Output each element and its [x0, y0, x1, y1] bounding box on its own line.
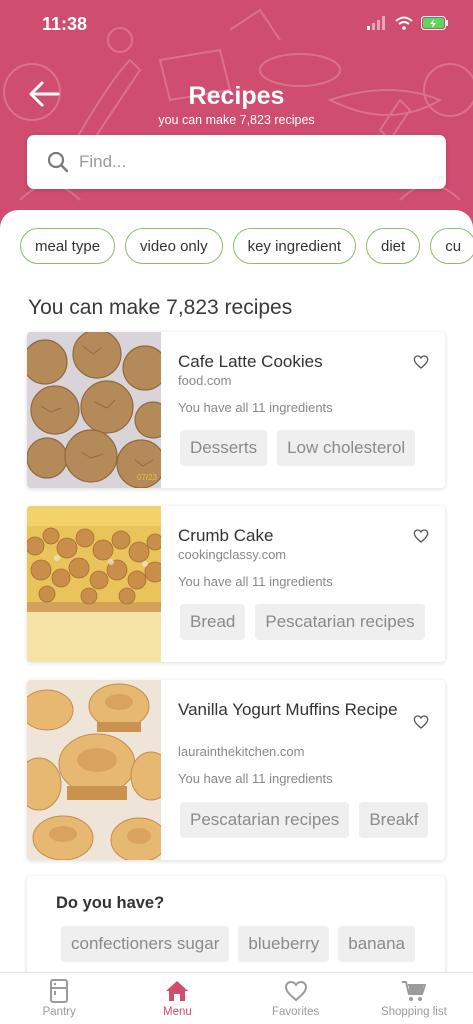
tab-shopping-list[interactable]: Shopping list	[355, 973, 473, 1024]
image-date-stamp: 07/23	[137, 473, 158, 482]
recipe-ingredients-note: You have all 11 ingredients	[178, 400, 333, 415]
signal-icon	[367, 16, 385, 30]
recipe-card[interactable]: Crumb Cake cookingclassy.com You have al…	[27, 506, 445, 662]
heart-icon[interactable]	[413, 528, 429, 544]
recipe-tag[interactable]: Low cholesterol	[277, 430, 416, 466]
filter-chips: meal type video only key ingredient diet…	[20, 228, 473, 264]
recipe-tag[interactable]: Breakf	[359, 802, 429, 838]
recipe-title: Vanilla Yogurt Muffins Recipe	[178, 700, 398, 719]
tab-label: Pantry	[42, 1006, 76, 1018]
heart-icon[interactable]	[413, 354, 429, 370]
tab-label: Shopping list	[380, 1006, 447, 1018]
search-box[interactable]	[27, 135, 446, 189]
recipe-image-cookies: 07/23	[27, 332, 161, 488]
recipe-source: food.com	[178, 373, 232, 388]
ingredient-chip[interactable]: confectioners sugar	[61, 926, 230, 962]
status-time: 11:38	[42, 14, 88, 34]
recipe-ingredients-note: You have all 11 ingredients	[178, 771, 333, 786]
page-subtitle: you can make 7,823 recipes	[158, 113, 315, 127]
recipe-card[interactable]: 07/23 Cafe Latte Cookies food.com You ha…	[27, 332, 445, 488]
recipe-tag[interactable]: Desserts	[180, 430, 268, 466]
recipe-source: cookingclassy.com	[178, 547, 287, 562]
ingredient-chip[interactable]: blueberry	[238, 926, 330, 962]
recipe-title: Cafe Latte Cookies	[178, 352, 323, 371]
filter-chip-meal-type[interactable]: meal type	[20, 228, 116, 264]
tab-menu[interactable]: Menu	[118, 973, 236, 1024]
recipe-title: Crumb Cake	[178, 526, 274, 545]
recipe-tag[interactable]: Pescatarian recipes	[255, 604, 425, 640]
filter-chip-cuisine[interactable]: cu	[430, 228, 473, 264]
recipe-image-muffins	[27, 680, 161, 860]
status-bar: 11:38	[0, 0, 473, 50]
home-icon	[166, 981, 189, 1001]
recipe-image-crumb-cake	[27, 506, 161, 662]
tab-bar: Pantry Menu Favorites Shopping list	[0, 972, 473, 1024]
search-input[interactable]	[79, 152, 419, 172]
recipe-source: laurainthekitchen.com	[178, 744, 305, 759]
ingredient-chip[interactable]: banana	[338, 926, 415, 962]
status-icons	[367, 16, 449, 30]
recipe-tags: Bread Pescatarian recipes	[180, 604, 430, 640]
heart-icon	[284, 980, 307, 1002]
search-icon	[47, 151, 69, 173]
results-heading: You can make 7,823 recipes	[28, 296, 293, 319]
heart-icon[interactable]	[413, 714, 429, 730]
recipe-tags: Pescatarian recipes Breakf	[180, 802, 430, 838]
cart-icon	[401, 981, 426, 1001]
fridge-icon	[50, 979, 69, 1003]
do-you-have-items: confectioners sugar blueberry banana	[61, 926, 415, 962]
filter-chip-video-only[interactable]: video only	[125, 228, 223, 264]
tab-favorites[interactable]: Favorites	[237, 973, 355, 1024]
page-title: Recipes	[188, 82, 285, 110]
filter-chip-diet[interactable]: diet	[366, 228, 421, 264]
do-you-have-title: Do you have?	[56, 894, 165, 912]
tab-label: Menu	[162, 1006, 192, 1018]
recipe-ingredients-note: You have all 11 ingredients	[178, 574, 333, 589]
recipe-tags: Desserts Low cholesterol	[180, 430, 430, 466]
battery-icon	[421, 16, 448, 30]
wifi-icon	[395, 16, 413, 30]
recipe-card[interactable]: Vanilla Yogurt Muffins Recipe laurainthe…	[27, 680, 445, 860]
recipe-tag[interactable]: Bread	[180, 604, 246, 640]
tab-label: Favorites	[271, 1006, 320, 1018]
tab-pantry[interactable]: Pantry	[0, 973, 118, 1024]
recipe-tag[interactable]: Pescatarian recipes	[180, 802, 350, 838]
filter-chip-key-ingredient[interactable]: key ingredient	[232, 228, 356, 264]
